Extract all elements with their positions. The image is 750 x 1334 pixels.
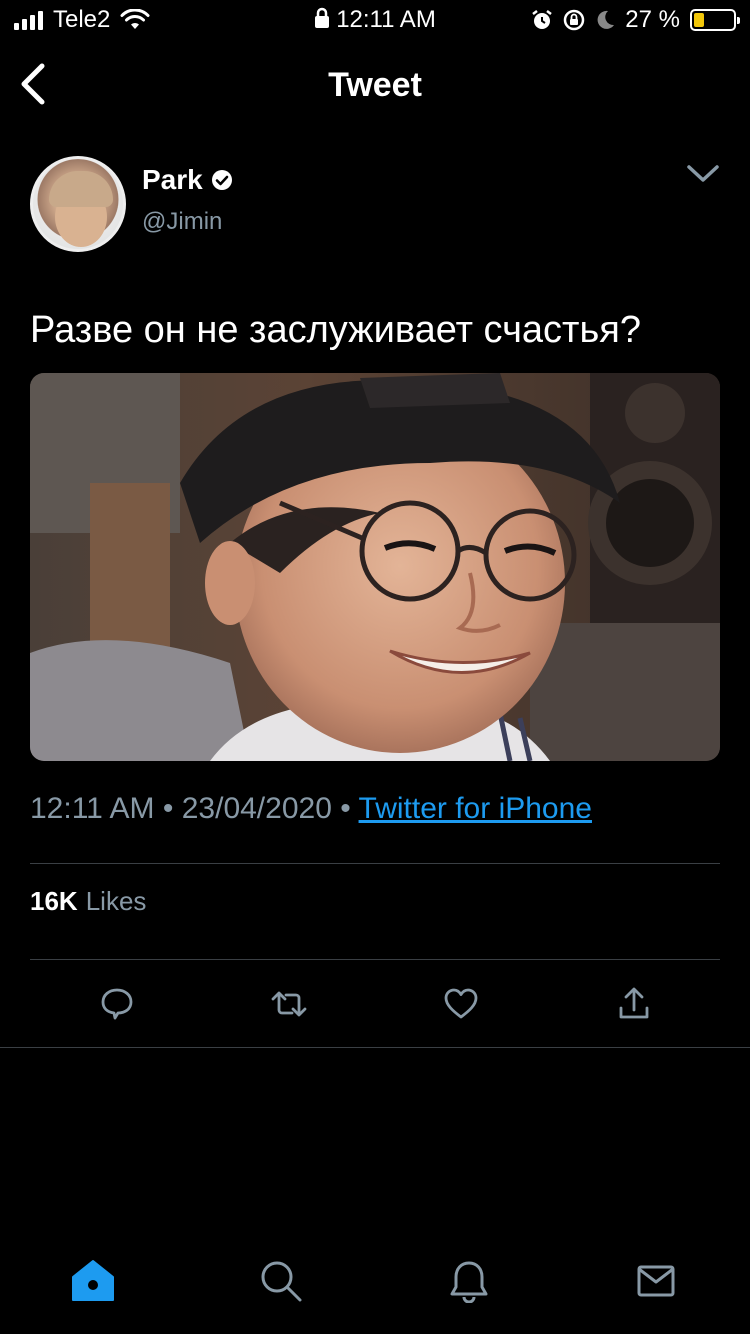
tweet-time: 12:11 AM	[30, 792, 155, 825]
tweet-meta: 12:11 AM • 23/04/2020 • Twitter for iPho…	[30, 792, 592, 826]
messages-icon	[637, 1265, 675, 1297]
tweet-media-image[interactable]	[30, 373, 720, 761]
author-name[interactable]: Park	[142, 164, 203, 196]
moon-icon	[597, 10, 615, 29]
tab-notifications[interactable]	[444, 1256, 494, 1306]
battery-fill	[694, 13, 705, 27]
tweet-text: Разве он не заслуживает счастья?	[30, 309, 641, 351]
bottom-tab-bar	[0, 1234, 750, 1334]
divider	[30, 959, 720, 960]
share-button[interactable]	[612, 982, 656, 1026]
divider	[0, 1047, 750, 1048]
tab-messages[interactable]	[631, 1256, 681, 1306]
battery-icon	[690, 9, 740, 31]
tab-home[interactable]	[68, 1256, 118, 1306]
photo-illustration	[30, 373, 720, 761]
verified-badge-icon	[211, 170, 232, 190]
share-icon	[619, 987, 649, 1019]
tweet-source-link[interactable]: Twitter for iPhone	[359, 792, 592, 825]
page-title: Tweet	[328, 66, 422, 104]
like-icon	[444, 988, 478, 1019]
rotation-lock-icon	[564, 9, 585, 31]
likes-label: Likes	[85, 886, 147, 916]
avatar[interactable]	[30, 156, 126, 252]
status-right: 27 %	[531, 6, 740, 34]
status-bar: Tele2 12:11 AM 27 %	[0, 0, 750, 40]
retweet-button[interactable]	[267, 982, 311, 1026]
tweet-actions	[30, 982, 720, 1026]
like-button[interactable]	[439, 982, 483, 1026]
divider	[30, 863, 720, 864]
likes-count: 16K	[30, 886, 78, 916]
meta-separator: •	[340, 792, 351, 825]
tab-search[interactable]	[256, 1256, 306, 1306]
avatar-hair	[49, 171, 113, 207]
likes-summary[interactable]: 16K Likes	[30, 886, 146, 917]
search-icon	[261, 1261, 302, 1302]
reply-button[interactable]	[95, 982, 139, 1026]
battery-percent: 27 %	[625, 6, 680, 33]
author-handle[interactable]: @Jimin	[142, 208, 222, 236]
chevron-down-icon[interactable]	[686, 162, 720, 186]
lock-icon	[315, 7, 330, 28]
home-icon	[72, 1260, 114, 1301]
reply-icon	[101, 988, 133, 1020]
tweet-date: 23/04/2020	[181, 792, 332, 825]
tweet-author: Park @Jimin	[30, 156, 720, 256]
meta-separator: •	[162, 792, 174, 825]
status-time: 12:11 AM	[336, 6, 436, 33]
retweet-icon	[271, 991, 307, 1017]
alarm-icon	[532, 10, 553, 29]
notifications-icon	[450, 1261, 488, 1303]
author-name-row[interactable]: Park	[142, 164, 233, 196]
navigation-header: Tweet	[0, 48, 750, 122]
